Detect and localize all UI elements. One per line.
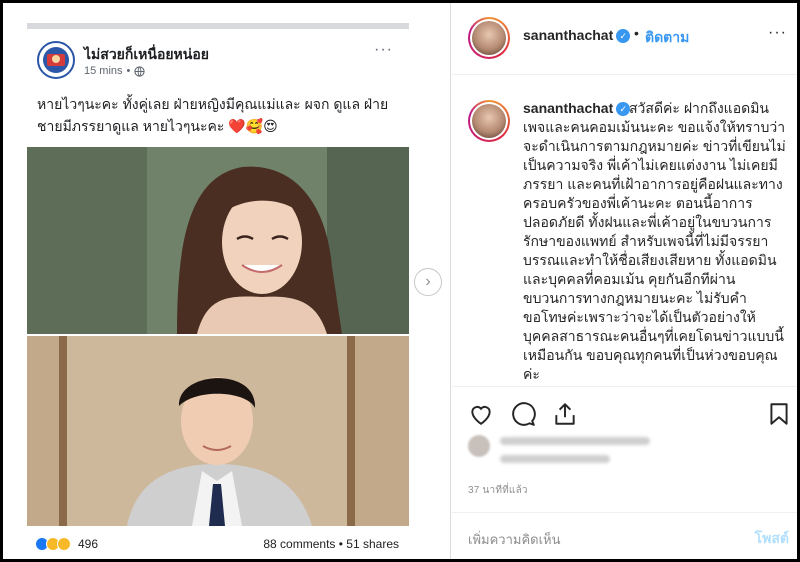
fb-post-time[interactable]: 15 mins — [84, 65, 123, 77]
fb-post-meta: 15 mins • — [84, 65, 146, 77]
fb-stats: 88 comments • 51 shares — [263, 537, 399, 551]
ig-username-text[interactable]: sananthachat — [523, 27, 613, 43]
ig-post-header: sananthachat ✓ • ติดตาม ··· — [452, 3, 797, 75]
reaction-count: 496 — [78, 537, 99, 551]
ig-header-dot: • — [634, 25, 639, 41]
ig-caption-text: สวัสดีค่ะ ฝากถึงแอดมินเพจและคนคอมเม้นนะค… — [523, 100, 786, 382]
ig-action-bar — [452, 386, 797, 436]
fb-shares-count[interactable]: 51 shares — [346, 537, 399, 551]
ig-likes-blurred — [468, 435, 768, 475]
bookmark-icon[interactable] — [766, 401, 792, 427]
fb-page-name[interactable]: ไม่สวยก็เหนื่อยหน่อย — [84, 44, 209, 66]
ig-profile-avatar[interactable] — [468, 17, 510, 59]
follow-button[interactable]: ติดตาม — [645, 27, 689, 49]
fb-meta-separator: • — [126, 65, 131, 77]
post-media: ไม่สวยก็เหนื่อยหน่อย 15 mins • ··· หายไว… — [3, 3, 451, 559]
blurred-text — [500, 455, 610, 463]
ig-more-icon[interactable]: ··· — [768, 24, 787, 42]
comment-icon[interactable] — [510, 401, 536, 427]
comment-input[interactable]: เพิ่มความคิดเห็น — [468, 529, 561, 550]
ig-post-time[interactable]: 37 นาทีที่แล้ว — [468, 483, 528, 498]
fb-photo-woman — [27, 147, 409, 334]
ig-caption: sananthachat ✓ สวัสดีค่ะ ฝากถึงแอดมินเพจแ… — [452, 88, 797, 386]
post-comment-button[interactable]: โพสต์ — [755, 528, 789, 550]
fb-more-icon[interactable]: ··· — [374, 41, 393, 59]
carousel-next-button[interactable]: › — [414, 268, 442, 296]
fb-comments-count[interactable]: 88 comments — [263, 537, 335, 551]
globe-icon — [134, 65, 146, 77]
fb-photo-man — [27, 336, 409, 526]
ig-comment-box: เพิ่มความคิดเห็น โพสต์ — [452, 512, 797, 559]
fb-stats-separator: • — [338, 537, 343, 551]
fb-reactions[interactable]: 496 — [35, 537, 98, 551]
screenshot-frame: ไม่สวยก็เหนื่อยหน่อย 15 mins • ··· หายไว… — [3, 3, 797, 559]
ig-username[interactable]: sananthachat ✓ — [523, 27, 631, 44]
facebook-post-image: ไม่สวยก็เหนื่อยหน่อย 15 mins • ··· หายไว… — [27, 23, 409, 559]
heart-icon[interactable] — [468, 401, 494, 427]
fb-post-header: ไม่สวยก็เหนื่อยหน่อย 15 mins • ··· — [27, 29, 409, 89]
share-icon[interactable] — [552, 401, 578, 427]
fb-post-footer: 496 88 comments • 51 shares — [27, 533, 409, 557]
blurred-text — [500, 437, 650, 445]
wow-icon — [57, 537, 71, 551]
fb-post-text: หายไวๆนะคะ ทั้งคู่เลย ฝ่ายหญิงมีคุณแม่แล… — [37, 96, 389, 134]
blurred-avatar — [468, 435, 490, 457]
fb-page-avatar — [37, 41, 75, 79]
ig-caption-avatar[interactable] — [468, 100, 510, 142]
instagram-post-panel: sananthachat ✓ • ติดตาม ··· sananthachat ✓… — [452, 3, 797, 559]
verified-badge-icon: ✓ — [616, 29, 631, 44]
